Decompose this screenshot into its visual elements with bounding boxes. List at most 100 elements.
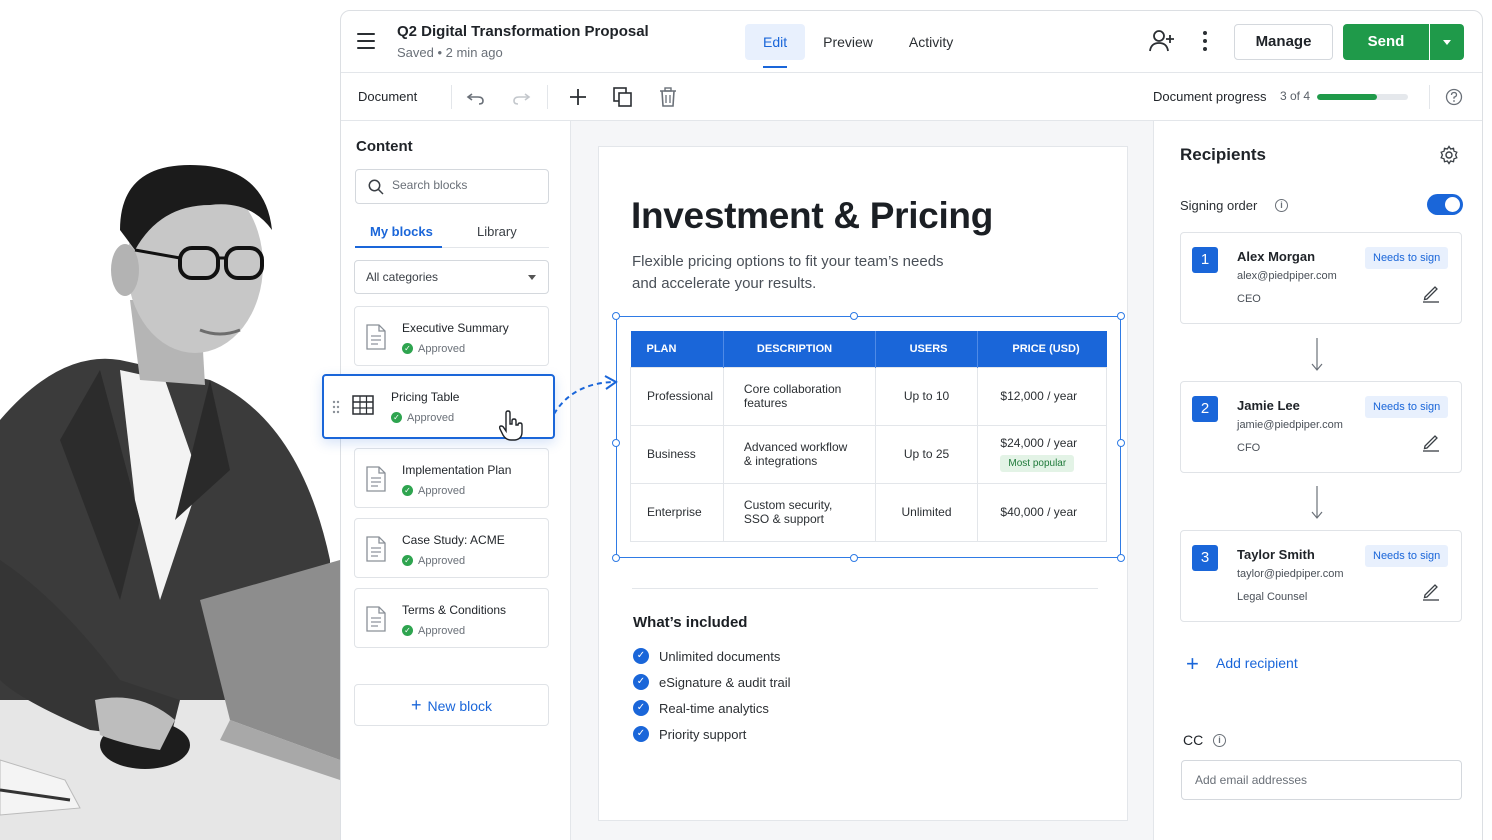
tab-preview[interactable]: Preview xyxy=(805,24,891,60)
document-progress-fill xyxy=(1317,94,1378,100)
table-icon xyxy=(352,395,374,415)
menu-icon[interactable] xyxy=(357,33,375,49)
recipient-card[interactable]: 1 Alex Morgan alex@piedpiper.com CEO Nee… xyxy=(1180,232,1462,324)
recipient-role: CEO xyxy=(1237,293,1261,305)
plus-icon: + xyxy=(410,695,422,715)
block-name: Executive Summary xyxy=(402,321,509,335)
tab-library[interactable]: Library xyxy=(477,224,517,239)
check-icon: ✓ xyxy=(633,674,649,690)
dragged-block-name: Pricing Table xyxy=(391,390,460,404)
cc-label: CC xyxy=(1183,732,1204,748)
manage-button[interactable]: Manage xyxy=(1234,24,1333,60)
check-icon: ✓ xyxy=(633,700,649,716)
included-item: ✓ Real-time analytics xyxy=(633,700,769,716)
block-status: Approved xyxy=(402,485,465,497)
included-item: ✓ Unlimited documents xyxy=(633,648,780,664)
recipient-card[interactable]: 3 Taylor Smith taylor@piedpiper.com Lega… xyxy=(1180,530,1462,622)
check-icon: ✓ xyxy=(633,726,649,742)
included-item: ✓ eSignature & audit trail xyxy=(633,674,791,690)
add-recipient-button[interactable]: + Add recipient xyxy=(1186,651,1298,676)
settings-gear-icon[interactable] xyxy=(1439,145,1459,165)
signing-order-label: Signing order xyxy=(1180,198,1258,213)
resize-handle[interactable] xyxy=(612,439,620,447)
resize-handle[interactable] xyxy=(612,554,620,562)
mode-tabs: Edit Preview Activity xyxy=(745,24,971,68)
category-select[interactable]: All categories xyxy=(354,260,549,294)
info-icon[interactable]: i xyxy=(1213,734,1226,747)
signing-order-toggle[interactable] xyxy=(1427,194,1463,215)
table-row: Professional Core collaboration features… xyxy=(630,366,1107,426)
table-row: Enterprise Custom security, SSO & suppor… xyxy=(630,482,1107,542)
active-tab-indicator xyxy=(355,246,442,248)
tab-edit[interactable]: Edit xyxy=(745,24,806,68)
document-progress-label: Document progress xyxy=(1153,89,1267,104)
block-name: Implementation Plan xyxy=(402,463,512,477)
send-options-dropdown[interactable] xyxy=(1430,24,1464,60)
help-icon[interactable] xyxy=(1445,88,1463,106)
resize-handle[interactable] xyxy=(612,312,620,320)
recipients-panel: Recipients Signing order i 1 Alex Morgan… xyxy=(1153,121,1482,840)
recipient-role: Legal Counsel xyxy=(1237,591,1308,603)
price-value: $12,000 / year xyxy=(1000,389,1078,403)
resize-handle[interactable] xyxy=(850,312,858,320)
search-input[interactable] xyxy=(392,178,542,192)
users-cell: Up to 10 xyxy=(874,366,979,426)
resize-handle[interactable] xyxy=(1117,312,1125,320)
cc-email-input[interactable] xyxy=(1181,760,1462,800)
drag-direction-arrow xyxy=(553,375,618,415)
document-progress-bar xyxy=(1317,94,1408,100)
block-item-implementation-plan[interactable]: Implementation Plan Approved xyxy=(354,448,549,508)
price-cell: $12,000 / year xyxy=(977,366,1107,426)
add-icon[interactable] xyxy=(566,85,590,109)
block-item-case-study-acme[interactable]: Case Study: ACME Approved xyxy=(354,518,549,578)
table-header-row: PLAN DESCRIPTION USERS PRICE (USD) xyxy=(630,331,1107,367)
recipient-card[interactable]: 2 Jamie Lee jamie@piedpiper.com CFO Need… xyxy=(1180,381,1462,473)
section-heading[interactable]: Investment & Pricing xyxy=(631,195,993,237)
document-title[interactable]: Q2 Digital Transformation Proposal xyxy=(397,23,649,40)
toolbar-document-label[interactable]: Document xyxy=(358,89,417,104)
resize-handle[interactable] xyxy=(850,554,858,562)
section-subheading[interactable]: Flexible pricing options to fit your tea… xyxy=(632,251,962,295)
more-options-icon[interactable] xyxy=(1199,31,1211,53)
resize-handle[interactable] xyxy=(1117,554,1125,562)
pricing-table[interactable]: PLAN DESCRIPTION USERS PRICE (USD) Profe… xyxy=(630,331,1107,542)
document-progress-count: 3 of 4 xyxy=(1280,89,1311,103)
resize-handle[interactable] xyxy=(1117,439,1125,447)
block-source-tabs: My blocks Library xyxy=(355,218,549,248)
plus-icon: + xyxy=(1186,651,1199,676)
drag-handle-icon[interactable] xyxy=(332,400,340,414)
tab-my-blocks[interactable]: My blocks xyxy=(370,224,433,239)
search-blocks[interactable] xyxy=(355,169,549,204)
add-recipient-label: Add recipient xyxy=(1216,655,1298,671)
send-button[interactable]: Send xyxy=(1343,24,1429,60)
edit-pencil-icon[interactable] xyxy=(1421,283,1441,303)
arrow-down-icon xyxy=(1311,338,1323,371)
column-header: DESCRIPTION xyxy=(723,331,876,367)
delete-icon[interactable] xyxy=(656,85,680,109)
add-user-icon[interactable] xyxy=(1149,29,1175,53)
content-panel: Content My blocks Library All categories xyxy=(341,121,571,840)
new-block-button[interactable]: + New block xyxy=(354,684,549,726)
most-popular-badge: Most popular xyxy=(1000,455,1075,472)
top-bar: Q2 Digital Transformation Proposal Saved… xyxy=(341,11,1482,73)
tab-activity[interactable]: Activity xyxy=(891,24,971,60)
document-page: Investment & Pricing Flexible pricing op… xyxy=(598,146,1128,821)
info-icon[interactable]: i xyxy=(1275,199,1288,212)
block-item-terms-conditions[interactable]: Terms & Conditions Approved xyxy=(354,588,549,648)
redo-icon[interactable] xyxy=(509,85,533,109)
recipient-name: Jamie Lee xyxy=(1237,398,1300,413)
dragged-block-status: Approved xyxy=(391,412,454,424)
duplicate-icon[interactable] xyxy=(611,85,635,109)
edit-pencil-icon[interactable] xyxy=(1421,581,1441,601)
content-panel-title: Content xyxy=(356,138,413,155)
table-row: Business Advanced workflow & integration… xyxy=(630,424,1107,484)
included-heading[interactable]: What’s included xyxy=(633,614,747,631)
edit-pencil-icon[interactable] xyxy=(1421,432,1441,452)
included-item-label: Real-time analytics xyxy=(659,701,769,716)
plan-cell: Professional xyxy=(630,366,724,426)
document-icon xyxy=(366,606,386,632)
undo-icon[interactable] xyxy=(464,85,488,109)
block-item-executive-summary[interactable]: Executive Summary Approved xyxy=(354,306,549,366)
price-cell: $24,000 / year Most popular xyxy=(977,424,1107,484)
check-icon: ✓ xyxy=(633,648,649,664)
